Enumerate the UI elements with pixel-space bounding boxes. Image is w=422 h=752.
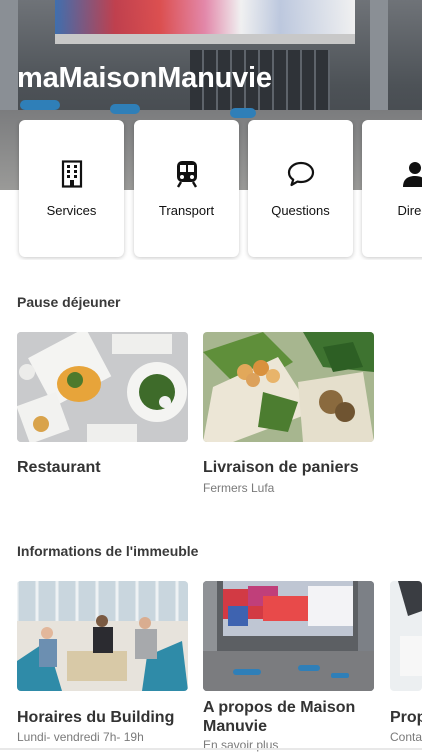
directory-label: Direct <box>397 203 422 218</box>
media-wall <box>55 0 355 34</box>
transport-label: Transport <box>158 203 215 218</box>
hero-sofa <box>230 108 256 118</box>
hero-sofa <box>110 104 140 114</box>
train-icon <box>134 160 239 188</box>
third-info-subtitle: Conta <box>390 730 422 744</box>
app-title: maMaisonManuvie <box>17 62 272 94</box>
building-icon <box>19 160 124 188</box>
about-building-title: A propos de Maison Manuvie <box>203 699 356 735</box>
quick-links-row[interactable]: Services Transport Questions Direct <box>0 120 422 260</box>
third-info-image <box>390 581 422 691</box>
hero-ceiling <box>55 34 355 44</box>
building-hours-subtitle: Lundi- vendredi 7h- 19h <box>17 730 144 744</box>
questions-card[interactable]: Questions <box>248 120 353 257</box>
restaurant-image <box>17 332 188 442</box>
services-label: Services <box>46 203 97 218</box>
questions-label: Questions <box>271 203 330 218</box>
speech-bubble-icon <box>248 160 353 188</box>
directory-card[interactable]: Direct <box>362 120 422 257</box>
services-card[interactable]: Services <box>19 120 124 257</box>
building-section-title: Informations de l'immeuble <box>17 543 199 559</box>
about-building-image <box>203 581 374 691</box>
lunch-section-title: Pause déjeuner <box>17 294 121 310</box>
transport-card[interactable]: Transport <box>134 120 239 257</box>
person-icon <box>362 160 422 188</box>
third-info-title: Prop <box>390 709 422 726</box>
restaurant-title: Restaurant <box>17 459 101 476</box>
basket-delivery-subtitle: Fermers Lufa <box>203 481 275 495</box>
hero-sofa <box>20 100 60 110</box>
basket-delivery-image <box>203 332 374 442</box>
building-hours-title: Horaires du Building <box>17 709 175 726</box>
building-hours-image <box>17 581 188 691</box>
basket-delivery-title: Livraison de paniers <box>203 459 359 476</box>
